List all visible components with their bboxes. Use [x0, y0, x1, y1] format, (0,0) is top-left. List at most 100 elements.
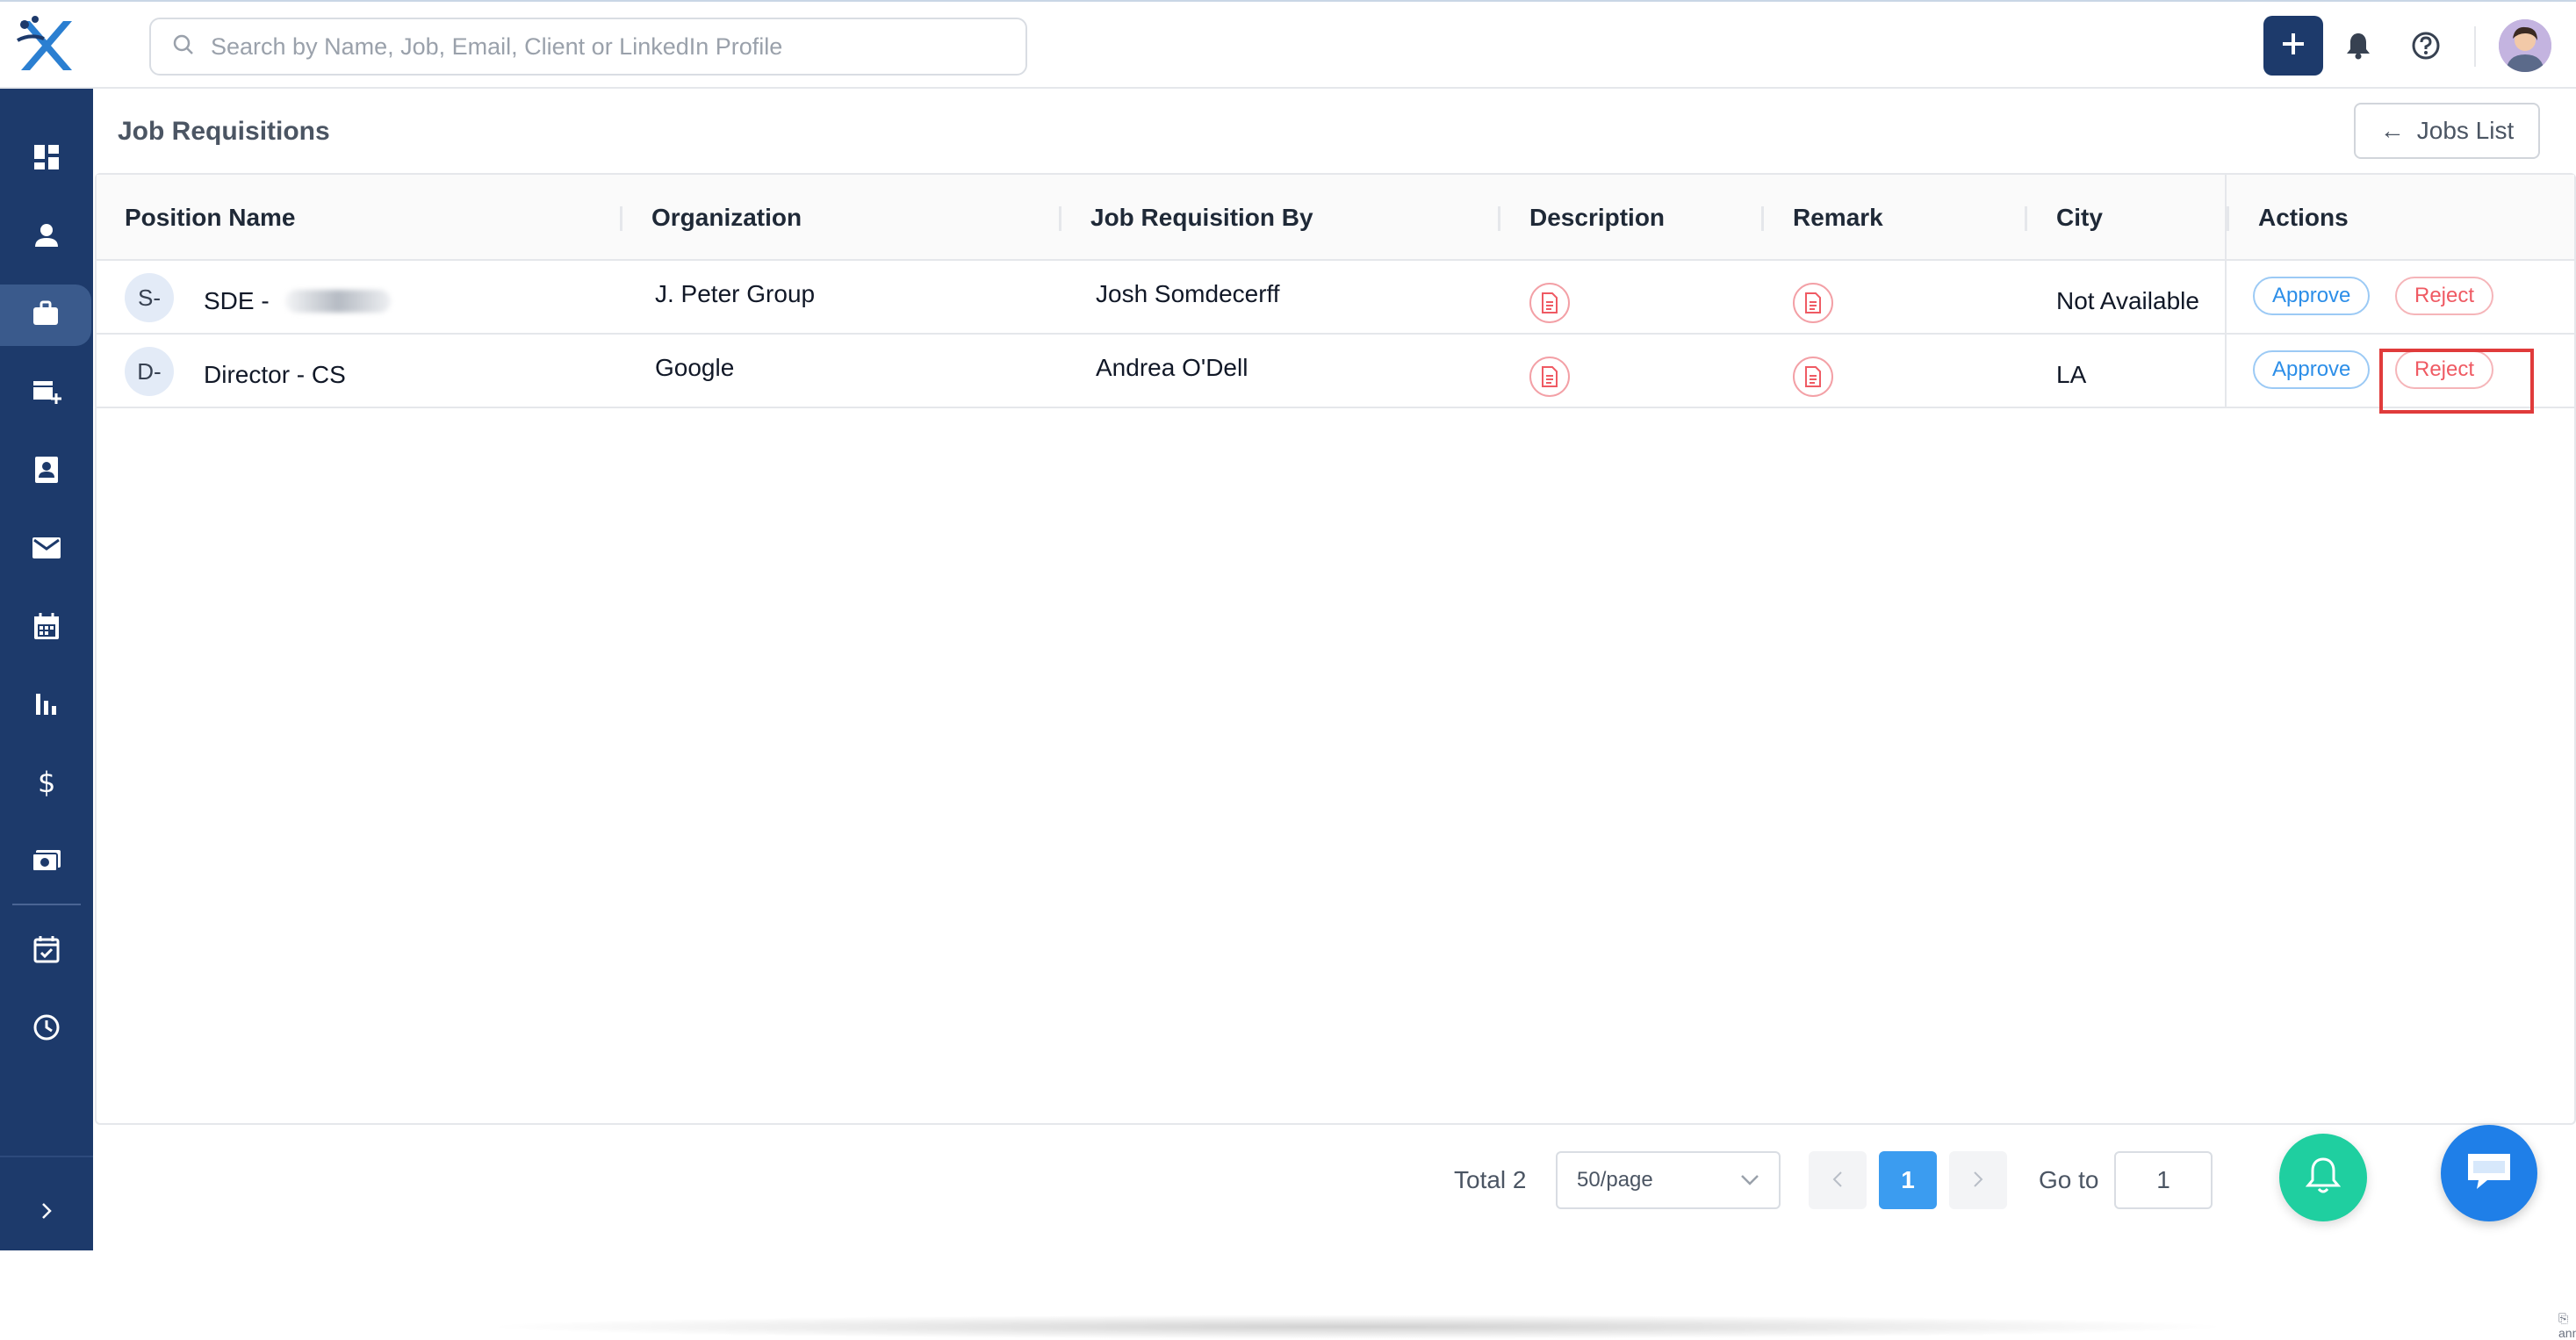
- column-header-position[interactable]: Position Name: [125, 175, 295, 261]
- notifications-fab[interactable]: [2279, 1134, 2367, 1221]
- document-icon[interactable]: [1529, 357, 1570, 397]
- search-input[interactable]: Search by Name, Job, Email, Client or Li…: [211, 33, 782, 61]
- table-row[interactable]: S- SDE - J. Peter Group Josh Somdecerff …: [97, 261, 2574, 335]
- actions-column-divider: [2225, 175, 2227, 408]
- document-icon[interactable]: [1793, 357, 1833, 397]
- remark-cell: [1793, 266, 1833, 340]
- sidebar-item-billing[interactable]: $: [0, 753, 93, 815]
- position-name-cell[interactable]: Director - CS: [204, 338, 346, 412]
- column-divider: [620, 206, 622, 231]
- job-requisitions-table: Position Name Organization Job Requisiti…: [95, 173, 2576, 1125]
- position-initial-badge: D-: [125, 347, 174, 396]
- mail-icon: [32, 537, 61, 564]
- column-header-description[interactable]: Description: [1529, 175, 1665, 261]
- sidebar-divider: [12, 904, 81, 905]
- sidebar-item-clients[interactable]: [0, 363, 93, 424]
- sidebar-item-dashboard[interactable]: [0, 128, 93, 190]
- reject-button[interactable]: Reject: [2395, 277, 2494, 315]
- page-title: Job Requisitions: [118, 117, 330, 146]
- column-header-requested-by[interactable]: Job Requisition By: [1090, 175, 1313, 261]
- person-icon: [33, 222, 60, 253]
- jobs-list-button[interactable]: ← Jobs List: [2354, 103, 2540, 159]
- approve-button[interactable]: Approve: [2253, 277, 2371, 315]
- column-header-city[interactable]: City: [2056, 175, 2103, 261]
- approve-button[interactable]: Approve: [2253, 350, 2371, 389]
- watermark: ⎘ annotely.com: [2558, 1311, 2576, 1340]
- page-size-value: 50/page: [1577, 1168, 1653, 1192]
- jobs-list-label: Jobs List: [2416, 117, 2515, 144]
- column-divider: [1761, 206, 1764, 231]
- bell-icon: [2305, 1156, 2342, 1200]
- sidebar: $: [0, 89, 93, 1250]
- pagination-total: Total 2: [1454, 1166, 1527, 1193]
- page-size-select[interactable]: 50/page: [1556, 1151, 1781, 1209]
- sidebar-item-candidates[interactable]: [0, 206, 93, 268]
- event-available-icon: [33, 935, 60, 968]
- document-icon[interactable]: [1529, 283, 1570, 323]
- sidebar-item-payments[interactable]: [0, 832, 93, 893]
- column-header-actions: Actions: [2258, 204, 2349, 231]
- arrow-left-icon: ←: [2379, 117, 2405, 144]
- city-cell: Not Available: [2056, 287, 2199, 314]
- description-cell: [1529, 340, 1570, 414]
- search-bar[interactable]: Search by Name, Job, Email, Client or Li…: [149, 18, 1027, 76]
- bar-chart-icon: [34, 692, 59, 721]
- add-business-icon: [32, 378, 61, 410]
- requested-by-cell: Andrea O'Dell: [1096, 354, 1248, 381]
- sidebar-expand-button[interactable]: [0, 1186, 93, 1239]
- chevron-down-icon: [1740, 1168, 1759, 1192]
- add-button[interactable]: [2263, 16, 2323, 76]
- description-cell: [1529, 266, 1570, 340]
- sidebar-item-history[interactable]: [0, 998, 93, 1060]
- chat-fab[interactable]: [2441, 1125, 2537, 1221]
- column-header-organization[interactable]: Organization: [651, 175, 802, 261]
- position-name: SDE -: [204, 287, 270, 314]
- redacted-text: [284, 290, 391, 313]
- svg-text:$: $: [38, 767, 55, 797]
- table-row[interactable]: D- Director - CS Google Andrea O'Dell LA…: [97, 335, 2574, 408]
- goto-label: Go to: [2039, 1166, 2099, 1193]
- position-initial-badge: S-: [125, 273, 174, 322]
- bottom-shadow: [479, 1315, 2235, 1339]
- sidebar-item-mail[interactable]: [0, 519, 93, 580]
- calendar-icon: [33, 612, 60, 645]
- column-divider: [1498, 206, 1500, 231]
- sidebar-item-jobs[interactable]: [0, 285, 91, 346]
- dollar-icon: $: [37, 766, 56, 802]
- next-page-button[interactable]: [1949, 1151, 2007, 1209]
- clock-icon: [32, 1013, 61, 1046]
- chevron-right-icon: [1973, 1167, 1983, 1194]
- column-divider: [2227, 206, 2229, 231]
- app-logo[interactable]: [12, 14, 76, 77]
- goto-page-input[interactable]: 1: [2114, 1151, 2213, 1209]
- user-avatar[interactable]: [2499, 19, 2551, 72]
- column-divider: [2025, 206, 2027, 231]
- contacts-icon: [33, 455, 60, 489]
- sidebar-item-contacts[interactable]: [0, 441, 93, 502]
- main-content: Job Requisitions ← Jobs List Position Na…: [93, 89, 2576, 1340]
- briefcase-icon: [32, 300, 60, 331]
- column-header-remark[interactable]: Remark: [1793, 175, 1883, 261]
- organization-cell: Google: [655, 354, 735, 381]
- position-name-cell[interactable]: SDE -: [204, 264, 391, 338]
- remark-cell: [1793, 340, 1833, 414]
- header-divider: [2474, 26, 2476, 67]
- sidebar-item-reports[interactable]: [0, 675, 93, 737]
- top-bar: Search by Name, Job, Email, Client or Li…: [0, 0, 2576, 89]
- sidebar-item-tasks[interactable]: [0, 920, 93, 982]
- search-icon: [172, 33, 195, 61]
- annotation-highlight-box: [2379, 349, 2534, 414]
- page-number-button[interactable]: 1: [1879, 1151, 1937, 1209]
- previous-page-button[interactable]: [1809, 1151, 1867, 1209]
- help-icon[interactable]: [2408, 28, 2443, 63]
- requested-by-cell: Josh Somdecerff: [1096, 280, 1280, 307]
- column-divider: [1059, 206, 1061, 231]
- organization-cell: J. Peter Group: [655, 280, 816, 307]
- plus-icon: [2279, 30, 2307, 62]
- money-icon: [31, 848, 62, 877]
- sidebar-item-calendar[interactable]: [0, 597, 93, 659]
- table-header: Position Name Organization Job Requisiti…: [97, 175, 2574, 261]
- chevron-right-icon: [40, 1201, 54, 1225]
- document-icon[interactable]: [1793, 283, 1833, 323]
- notification-bell-icon[interactable]: [2341, 28, 2376, 63]
